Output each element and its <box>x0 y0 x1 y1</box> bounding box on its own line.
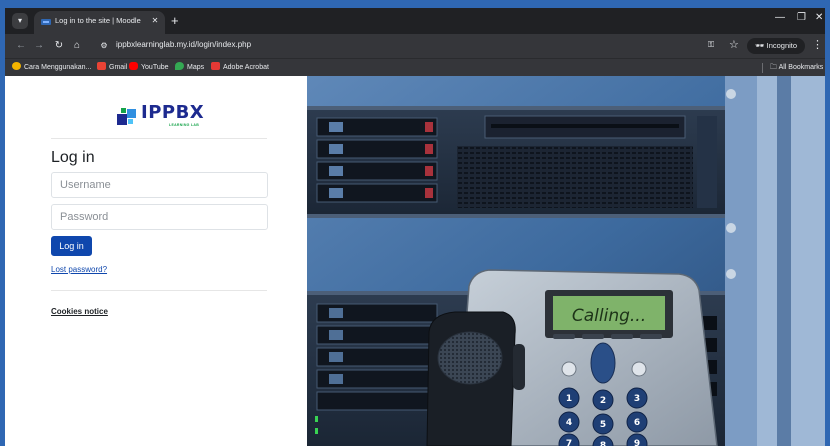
bookmark-item[interactable]: Gmail <box>97 62 127 74</box>
bookmark-star-icon[interactable]: ☆ <box>729 38 739 51</box>
password-key-icon[interactable]: ⚿ <box>708 40 714 50</box>
gmail-icon <box>97 62 106 70</box>
svg-text:3: 3 <box>634 394 640 404</box>
logo-mark-icon <box>117 108 136 125</box>
login-button[interactable]: Log in <box>51 236 92 256</box>
folder-outline-icon: 🗀 <box>770 64 779 71</box>
minimize-button[interactable]: — <box>775 12 785 23</box>
all-bookmarks-button[interactable]: 🗀 All Bookmarks <box>770 62 823 74</box>
tab-bar: ▾ Log in to the site | Moodle Dem ✕ + — … <box>5 8 825 34</box>
cookies-notice-link[interactable]: Cookies notice <box>51 307 108 316</box>
password-field[interactable] <box>51 204 268 230</box>
page-content: IPPBX LEARNING LAB Log in Log in Lost pa… <box>5 76 825 446</box>
bookmarks-separator <box>762 63 763 73</box>
youtube-icon <box>129 62 138 70</box>
lost-password-link[interactable]: Lost password? <box>51 265 107 274</box>
svg-text:4: 4 <box>566 418 572 428</box>
svg-text:9: 9 <box>634 439 640 446</box>
reload-button[interactable]: ↻ <box>51 38 67 54</box>
close-window-button[interactable]: ✕ <box>815 12 823 23</box>
new-tab-button[interactable]: + <box>171 13 179 29</box>
incognito-badge[interactable]: 🕶︎ Incognito <box>747 38 805 54</box>
username-field[interactable] <box>51 172 268 198</box>
incognito-icon: 🕶︎ <box>755 41 767 50</box>
page-title: Log in <box>51 149 95 166</box>
svg-text:1: 1 <box>566 394 572 404</box>
svg-text:2: 2 <box>600 396 606 406</box>
site-info-icon[interactable]: ⚙ <box>98 40 110 52</box>
incognito-label: Incognito <box>766 41 798 50</box>
hero-image: Calling... 1 2 3 4 5 6 7 8 9 <box>307 76 825 446</box>
browser-toolbar: ← → ↻ ⌂ ⚙ ippbxlearninglab.my.id/login/i… <box>5 34 825 58</box>
back-button[interactable]: ← <box>13 38 29 54</box>
forward-button[interactable]: → <box>31 38 47 54</box>
folder-icon <box>12 62 21 70</box>
login-panel: IPPBX LEARNING LAB Log in Log in Lost pa… <box>5 76 307 446</box>
bookmark-item[interactable]: Maps <box>175 62 204 74</box>
maps-icon <box>175 62 184 70</box>
bookmark-item[interactable]: Cara Menggunakan... <box>12 62 91 74</box>
bookmark-item[interactable]: YouTube <box>129 62 169 74</box>
moodle-favicon-icon <box>41 19 51 25</box>
tab-title: Log in to the site | Moodle Dem <box>55 16 143 25</box>
svg-text:5: 5 <box>600 420 606 430</box>
browser-menu-icon[interactable]: ⋮ <box>812 38 823 51</box>
site-logo[interactable]: IPPBX LEARNING LAB <box>117 103 227 129</box>
divider <box>51 290 267 291</box>
tab-active[interactable]: Log in to the site | Moodle Dem ✕ <box>34 11 165 34</box>
server-phone-illustration: Calling... 1 2 3 4 5 6 7 8 9 <box>307 76 825 446</box>
address-bar[interactable]: ⚙ ippbxlearninglab.my.id/login/index.php… <box>92 37 816 55</box>
bookmarks-bar: Cara Menggunakan... Gmail YouTube Maps A… <box>5 58 825 76</box>
home-button[interactable]: ⌂ <box>69 38 85 54</box>
tab-close-icon[interactable]: ✕ <box>149 15 161 27</box>
svg-text:8: 8 <box>600 441 606 446</box>
bookmark-item[interactable]: Adobe Acrobat <box>211 62 269 74</box>
divider <box>51 138 267 139</box>
logo-text: IPPBX <box>141 102 205 123</box>
phone-display-text: Calling... <box>572 306 646 326</box>
acrobat-icon <box>211 62 220 70</box>
svg-text:6: 6 <box>634 418 640 428</box>
logo-subtext: LEARNING LAB <box>169 123 200 127</box>
svg-text:7: 7 <box>566 439 572 446</box>
maximize-button[interactable]: ❐ <box>797 12 806 23</box>
tab-search-button[interactable]: ▾ <box>12 13 28 29</box>
url-text[interactable]: ippbxlearninglab.my.id/login/index.php <box>116 40 251 49</box>
